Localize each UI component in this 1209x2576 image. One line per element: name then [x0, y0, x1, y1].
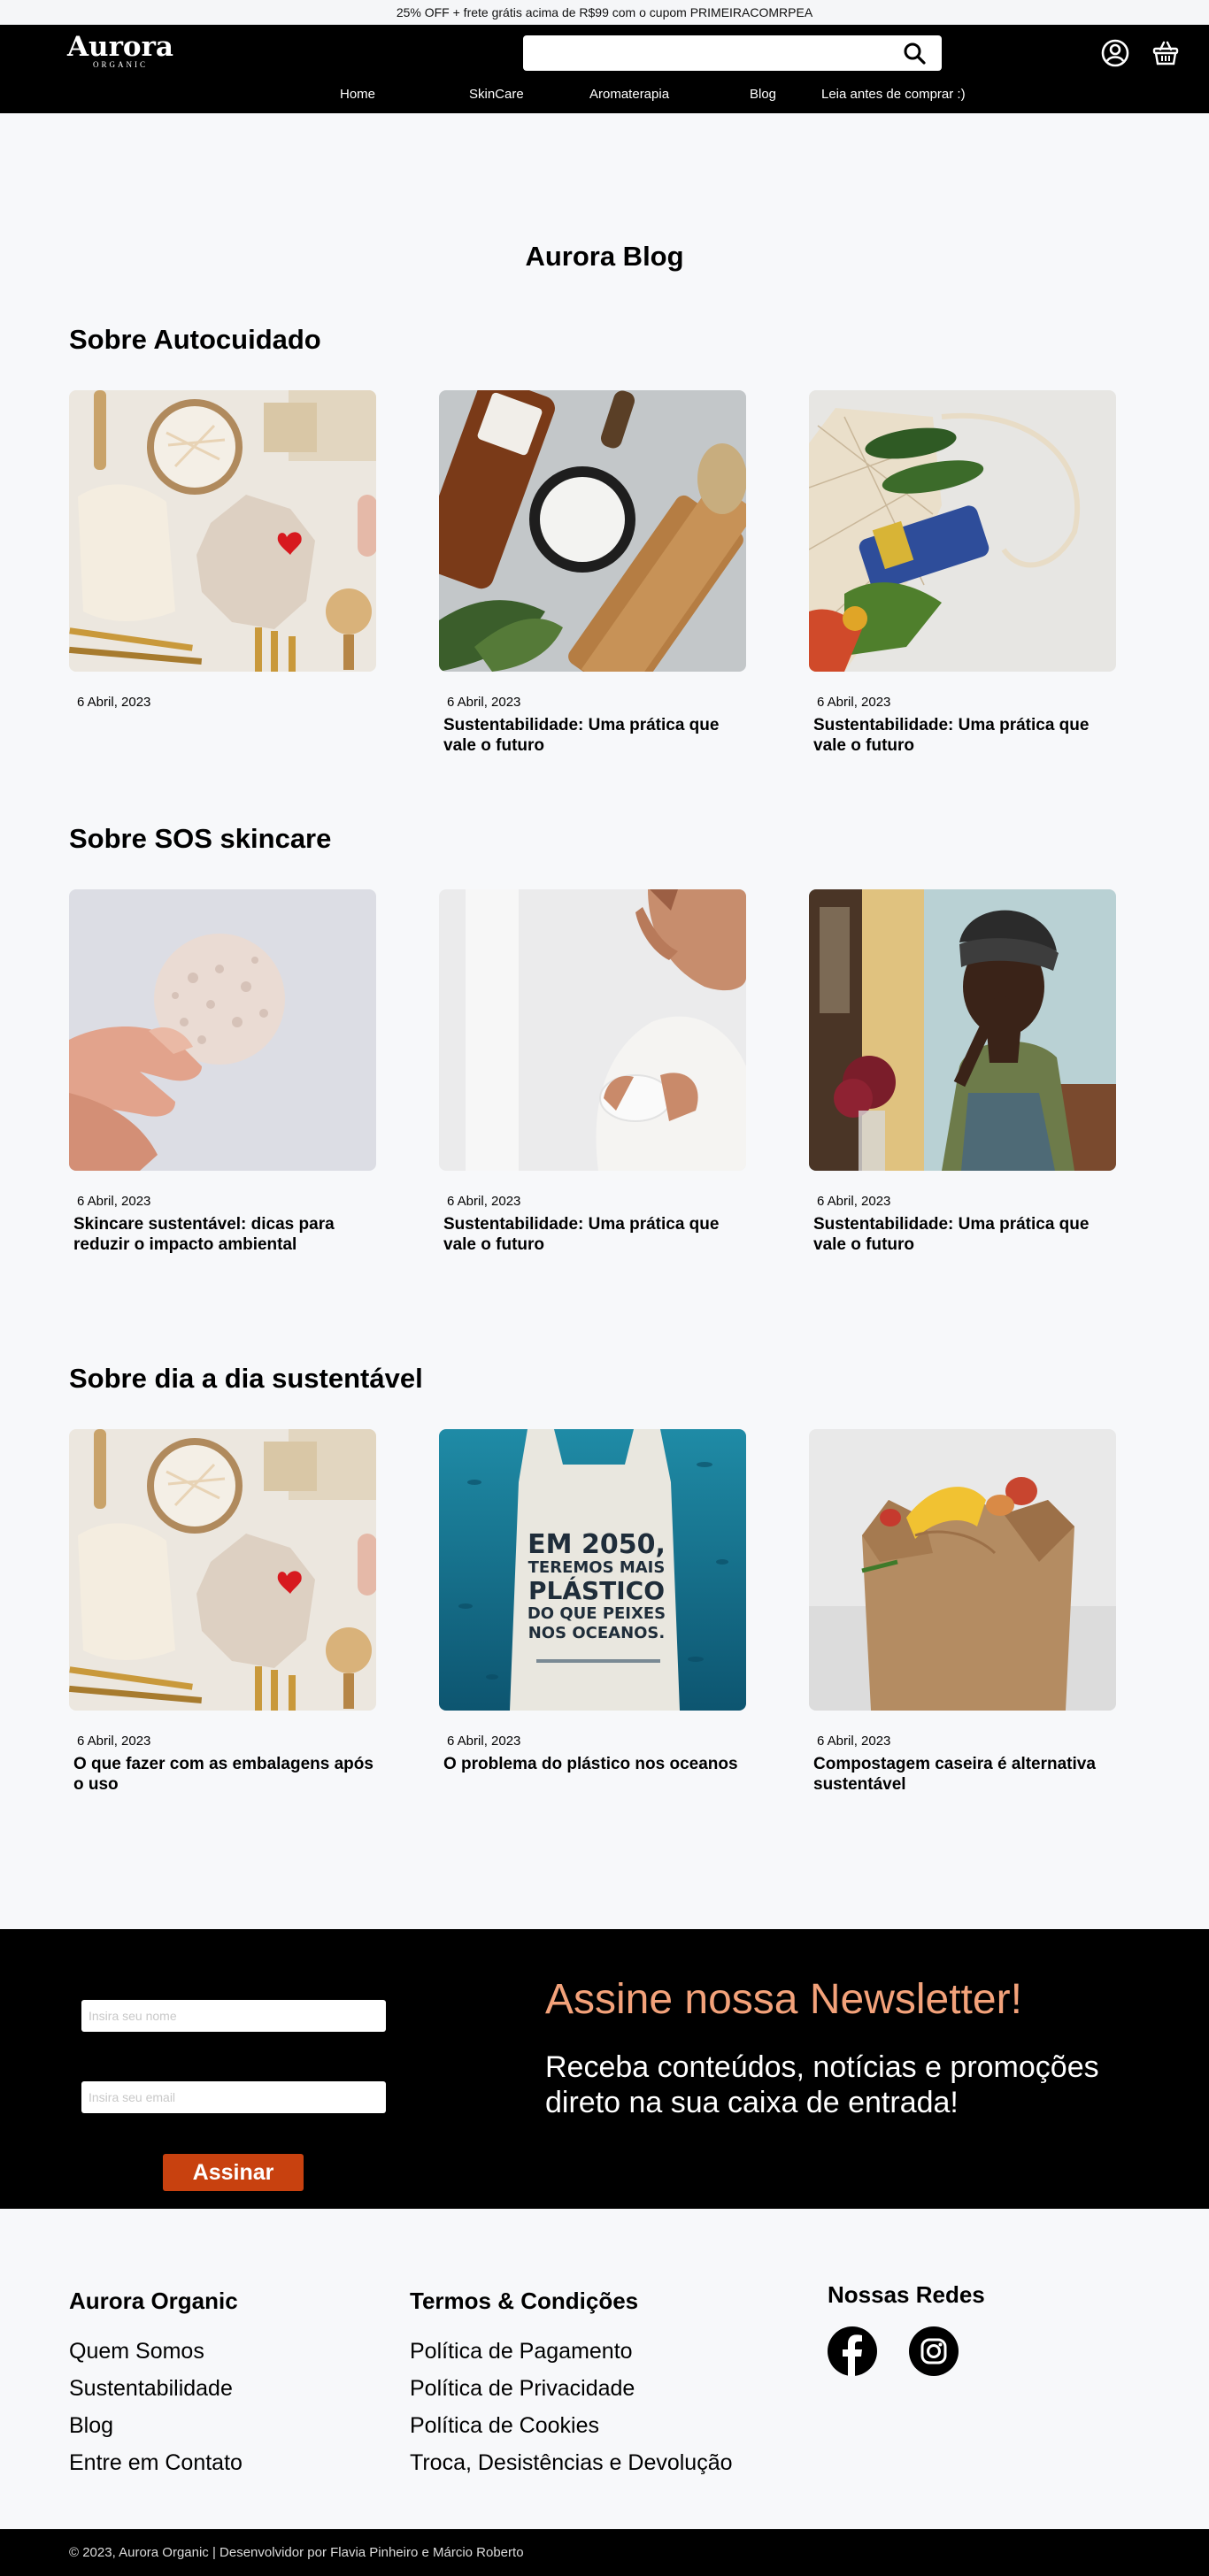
main-nav: Home SkinCare Aromaterapia Blog Leia ant… [0, 87, 1209, 108]
card-image [69, 390, 376, 672]
card-date: 6 Abril, 2023 [77, 695, 151, 710]
card-date: 6 Abril, 2023 [447, 1734, 521, 1749]
search-icon[interactable] [903, 42, 926, 65]
blog-card[interactable]: 6 Abril, 2023 Compostagem caseira é alte… [809, 1429, 1116, 1795]
subscribe-button[interactable]: Assinar [163, 2154, 304, 2191]
card-date: 6 Abril, 2023 [817, 1734, 891, 1749]
card-image [809, 1429, 1116, 1711]
footer-link-contato[interactable]: Entre em Contato [69, 2444, 243, 2481]
nav-home[interactable]: Home [340, 87, 375, 102]
card-title: Sustentabilidade: Uma prática que vale o… [443, 716, 720, 755]
poster-line: TEREMOS MAIS [528, 1558, 666, 1577]
card-title: O que fazer com as embalagens após o uso [73, 1755, 373, 1794]
blog-card[interactable]: 6 Abril, 2023 [69, 390, 376, 715]
footer-link-troca[interactable]: Troca, Desistências e Devolução [410, 2444, 733, 2481]
footer-heading: Nossas Redes [828, 2281, 985, 2308]
card-image [439, 390, 746, 672]
search-input[interactable] [523, 35, 886, 71]
footer-heading: Aurora Organic [69, 2288, 238, 2314]
section-title-sos-skincare: Sobre SOS skincare [69, 823, 332, 854]
card-date: 6 Abril, 2023 [77, 1194, 151, 1209]
poster-line: EM 2050, [527, 1529, 666, 1560]
nav-aromaterapia[interactable]: Aromaterapia [589, 87, 669, 102]
footer-heading: Termos & Condições [410, 2288, 639, 2314]
poster-line: PLÁSTICO [528, 1575, 665, 1605]
newsletter-section: Assinar Assine nossa Newsletter! Receba … [0, 1929, 1209, 2209]
footer-link-sustentabilidade[interactable]: Sustentabilidade [69, 2370, 243, 2407]
basket-icon[interactable] [1151, 38, 1181, 68]
footer-link-blog[interactable]: Blog [69, 2407, 243, 2444]
card-image [809, 889, 1116, 1171]
nav-blog[interactable]: Blog [750, 87, 776, 102]
promo-text: 25% OFF + frete grátis acima de R$99 com… [396, 5, 813, 19]
instagram-icon[interactable] [909, 2326, 959, 2376]
card-date: 6 Abril, 2023 [447, 695, 521, 710]
section-title-dia-a-dia: Sobre dia a dia sustentável [69, 1363, 423, 1394]
footer-link-pagamento[interactable]: Política de Pagamento [410, 2333, 733, 2370]
blog-card[interactable]: 6 Abril, 2023 Skincare sustentável: dica… [69, 889, 376, 1255]
blog-card[interactable]: 6 Abril, 2023 O que fazer com as embalag… [69, 1429, 376, 1795]
footer-link-cookies[interactable]: Política de Cookies [410, 2407, 733, 2444]
blog-card[interactable]: 6 Abril, 2023 Sustentabilidade: Uma prát… [809, 889, 1116, 1255]
blog-card[interactable]: 6 Abril, 2023 Sustentabilidade: Uma prát… [439, 390, 746, 756]
facebook-icon[interactable] [828, 2326, 877, 2376]
nav-skincare[interactable]: SkinCare [469, 87, 524, 102]
card-image [69, 889, 376, 1171]
newsletter-name-input[interactable] [81, 2000, 386, 2032]
card-title: Compostagem caseira é alternativa susten… [813, 1755, 1096, 1794]
newsletter-title: Assine nossa Newsletter! [545, 1976, 1022, 2023]
blog-card[interactable]: EM 2050, TEREMOS MAIS PLÁSTICO DO QUE PE… [439, 1429, 746, 1774]
card-title: Sustentabilidade: Uma prática que vale o… [813, 716, 1090, 755]
page-title: Aurora Blog [525, 241, 684, 272]
poster-line: DO QUE PEIXES [527, 1604, 666, 1623]
user-icon[interactable] [1100, 38, 1130, 68]
newsletter-text: Receba conteúdos, notícias e promoções d… [545, 2050, 1099, 2119]
card-date: 6 Abril, 2023 [447, 1194, 521, 1209]
card-image: EM 2050, TEREMOS MAIS PLÁSTICO DO QUE PE… [439, 1429, 746, 1711]
footer-link-quem-somos[interactable]: Quem Somos [69, 2333, 243, 2370]
copyright-bar: © 2023, Aurora Organic | Desenvolvidor p… [0, 2529, 1209, 2576]
card-image [809, 390, 1116, 672]
card-date: 6 Abril, 2023 [817, 695, 891, 710]
social-icons [828, 2326, 985, 2376]
newsletter-email-input[interactable] [81, 2081, 386, 2113]
card-title: Sustentabilidade: Uma prática que vale o… [443, 1215, 720, 1254]
card-title: Sustentabilidade: Uma prática que vale o… [813, 1215, 1090, 1254]
card-title: O problema do plástico nos oceanos [443, 1755, 738, 1773]
nav-leia-antes[interactable]: Leia antes de comprar :) [821, 87, 966, 102]
blog-card[interactable]: 6 Abril, 2023 Sustentabilidade: Uma prát… [809, 390, 1116, 756]
logo[interactable]: Aurora ORGANIC [65, 30, 175, 69]
search-bar [523, 35, 942, 71]
poster-line: NOS OCEANOS. [528, 1624, 666, 1642]
blog-card[interactable]: 6 Abril, 2023 Sustentabilidade: Uma prát… [439, 889, 746, 1255]
section-title-autocuidado: Sobre Autocuidado [69, 324, 321, 355]
card-image [69, 1429, 376, 1711]
copyright-text: © 2023, Aurora Organic | Desenvolvidor p… [69, 2545, 524, 2560]
card-image [439, 889, 746, 1171]
card-date: 6 Abril, 2023 [817, 1194, 891, 1209]
logo-name: Aurora [66, 31, 174, 63]
footer-link-privacidade[interactable]: Política de Privacidade [410, 2370, 733, 2407]
card-title: Skincare sustentável: dicas para reduzir… [73, 1215, 335, 1254]
promo-bar: 25% OFF + frete grátis acima de R$99 com… [0, 0, 1209, 25]
footer-social: Nossas Redes [828, 2281, 985, 2376]
card-date: 6 Abril, 2023 [77, 1734, 151, 1749]
header: Aurora ORGANIC Home SkinCare Aromaterapi… [0, 25, 1209, 113]
footer-col-company: Aurora Organic Quem Somos Sustentabilida… [69, 2288, 243, 2481]
footer-col-terms: Termos & Condições Política de Pagamento… [410, 2288, 733, 2481]
